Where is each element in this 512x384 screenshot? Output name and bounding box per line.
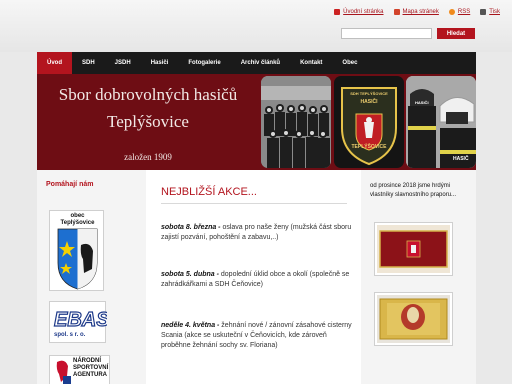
obec-teplysovice-logo[interactable]: obec Teplýšovice	[49, 210, 104, 291]
event-item: sobota 5. dubna - dopolední úklid obce a…	[161, 270, 354, 290]
home-link-label: Úvodní stránka	[343, 9, 384, 15]
search-button[interactable]: Hledat	[437, 28, 475, 39]
print-link-label: Tisk	[489, 9, 500, 15]
historic-group-photo	[261, 76, 331, 168]
home-icon	[334, 9, 341, 15]
nav-item-fotogalerie[interactable]: Fotogalerie	[178, 52, 230, 74]
main-content: NEJBLIŽŠÍ AKCE... sobota 8. března - osl…	[151, 170, 357, 384]
page-heading: NEJBLIŽŠÍ AKCE...	[161, 186, 257, 198]
patch-top-text: SDH TEPLÝŠOVICE	[350, 91, 388, 96]
event-date: neděle 4. května -	[161, 322, 220, 329]
nav-item-sdh[interactable]: SDH	[72, 52, 105, 74]
header-banner: Sbor dobrovolných hasičů Teplýšovice zal…	[37, 74, 476, 170]
banner-title-line2: Teplýšovice	[107, 112, 189, 131]
flag-back-graphic	[377, 295, 450, 343]
coat-of-arms-icon	[57, 228, 98, 290]
nav-item-kontakt[interactable]: Kontakt	[290, 52, 332, 74]
patch-mid-text: HASIČI	[360, 99, 378, 105]
sitemap-link[interactable]: Mapa stránek	[393, 9, 439, 15]
sidebar-title: Pomáhají nám	[46, 181, 94, 188]
print-icon	[480, 9, 487, 15]
vest-text: HASIČI	[415, 100, 429, 105]
print-link[interactable]: Tisk	[480, 9, 500, 15]
event-item: neděle 4. května - žehnání nové / zánovn…	[161, 321, 354, 351]
fire-brigade-patch: SDH TEPLÝŠOVICE HASIČI TEPLÝŠOVICE	[334, 76, 404, 168]
rss-link[interactable]: RSS	[448, 9, 471, 15]
content-area: Pomáhají nám obec Teplýšovice EBAS spol.…	[37, 170, 476, 384]
nav-item-uvod[interactable]: Úvod	[37, 52, 72, 74]
rss-link-label: RSS	[457, 9, 471, 15]
nav-item-archiv[interactable]: Archiv článků	[231, 52, 290, 74]
home-link[interactable]: Úvodní stránka	[334, 9, 384, 15]
event-date: sobota 8. března -	[161, 224, 221, 231]
sidebar-flag: od prosince 2018 jsme hrdými vlastníky s…	[361, 170, 476, 384]
rss-icon	[448, 9, 455, 15]
banner-title-line1: Sbor dobrovolných hasičů	[58, 85, 238, 104]
firefighters-photo: HASIČI HASIČ	[406, 76, 476, 168]
nsa-line1: NÁRODNÍ	[73, 358, 101, 364]
utility-bar: Úvodní stránka Mapa stránek RSS Tisk Hle…	[0, 0, 512, 52]
nsa-logo[interactable]: NÁRODNÍ SPORTOVNÍ AGENTURA	[49, 355, 110, 384]
sidebar-partners: Pomáhají nám obec Teplýšovice EBAS spol.…	[37, 170, 146, 384]
ebas-subtitle: spol. s r. o.	[54, 332, 86, 338]
patch-bottom-text: TEPLÝŠOVICE	[351, 144, 387, 150]
patch-emblem	[341, 87, 397, 166]
main-nav: Úvod SDH JSDH Hasiči Fotogalerie Archiv …	[37, 52, 476, 74]
heading-divider	[161, 203, 347, 204]
utility-links: Úvodní stránka Mapa stránek RSS Tisk	[334, 9, 500, 15]
nsa-text: NÁRODNÍ SPORTOVNÍ AGENTURA	[73, 358, 108, 379]
historic-photo-graphic	[261, 76, 331, 168]
nav-item-obec[interactable]: Obec	[332, 52, 367, 74]
flag-announcement: od prosince 2018 jsme hrdými vlastníky s…	[370, 183, 457, 198]
czech-lion-icon	[56, 360, 71, 384]
event-item: sobota 8. března - oslava pro naše ženy …	[161, 223, 354, 243]
sitemap-icon	[393, 9, 400, 15]
jacket-text: HASIČ	[453, 156, 469, 162]
banner-flag-photo-2[interactable]	[374, 292, 453, 346]
ebas-wordmark-icon: EBAS	[53, 308, 107, 331]
nav-item-hasici[interactable]: Hasiči	[141, 52, 179, 74]
firefighters-graphic	[406, 76, 476, 168]
banner-founded: založen 1909	[124, 152, 172, 162]
nav-item-jsdh[interactable]: JSDH	[105, 52, 141, 74]
event-date: sobota 5. dubna -	[161, 271, 219, 278]
nsa-line3: AGENTURA	[73, 372, 107, 378]
ebas-logo[interactable]: EBAS spol. s r. o.	[49, 301, 107, 343]
flag-front-graphic	[377, 225, 450, 273]
banner-flag-photo-1[interactable]	[374, 222, 453, 276]
nsa-line2: SPORTOVNÍ	[73, 365, 109, 371]
sitemap-link-label: Mapa stránek	[402, 9, 439, 15]
banner-title: Sbor dobrovolných hasičů Teplýšovice	[43, 81, 253, 135]
ebas-wordmark: EBAS	[54, 309, 107, 331]
search-input[interactable]	[341, 28, 432, 39]
